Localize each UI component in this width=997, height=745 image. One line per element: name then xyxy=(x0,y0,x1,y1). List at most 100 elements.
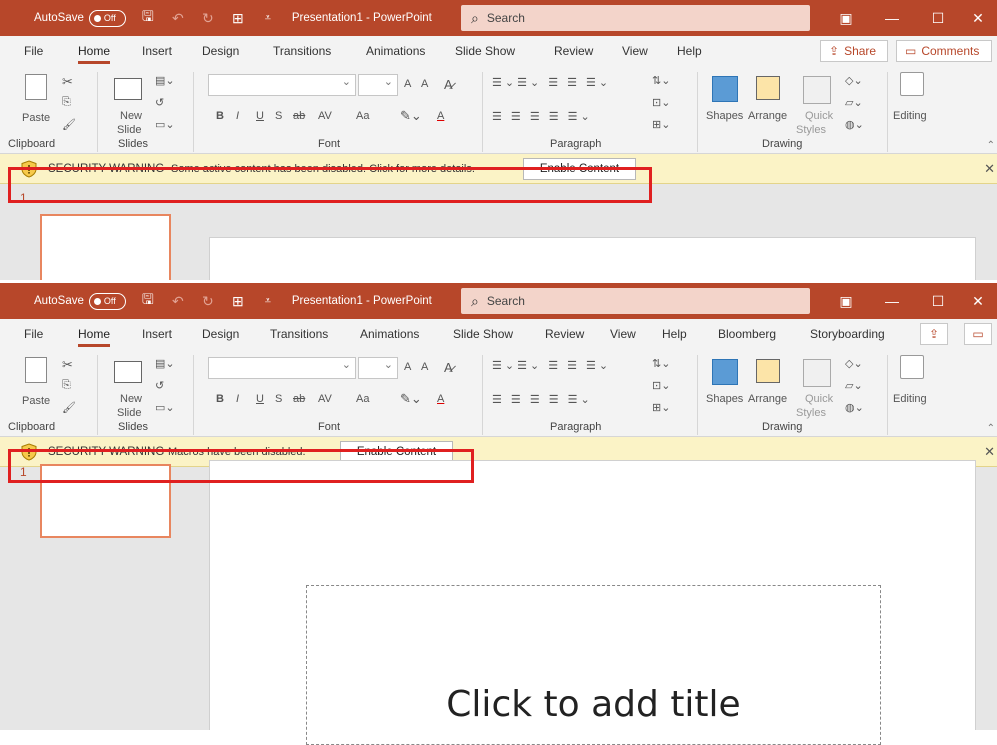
grow-font-icon[interactable]: A xyxy=(404,361,411,373)
new-slide-label-1[interactable]: New xyxy=(120,393,142,405)
find-icon[interactable] xyxy=(900,72,924,96)
reset-icon[interactable]: ↺ xyxy=(155,379,164,392)
section-icon[interactable]: ▭⌄ xyxy=(155,401,175,414)
new-slide-icon[interactable] xyxy=(114,361,142,383)
new-slide-label-2[interactable]: Slide xyxy=(117,124,141,136)
shapes-label[interactable]: Shapes xyxy=(706,393,743,405)
italic-icon[interactable]: I xyxy=(236,393,239,405)
autosave-toggle[interactable]: Off xyxy=(88,9,126,27)
tab-help[interactable]: Help xyxy=(677,44,702,58)
tab-slide-show[interactable]: Slide Show xyxy=(455,44,515,58)
undo-icon[interactable]: ↶ xyxy=(170,10,186,26)
strikethrough-icon[interactable]: ab xyxy=(293,110,305,122)
quick-styles-icon[interactable] xyxy=(803,359,831,387)
redo-icon[interactable]: ↻ xyxy=(200,293,216,309)
tab-animations[interactable]: Animations xyxy=(366,44,425,58)
shadow-icon[interactable]: S xyxy=(275,393,282,405)
tab-design[interactable]: Design xyxy=(202,44,239,58)
paste-label[interactable]: Paste xyxy=(22,395,50,407)
tab-insert[interactable]: Insert xyxy=(142,44,172,58)
change-case-icon[interactable]: Aa xyxy=(356,110,369,122)
customize-qat-icon[interactable]: ⩡ xyxy=(260,10,276,26)
minimize-button[interactable]: — xyxy=(869,283,915,319)
customize-qat-icon[interactable]: ⩡ xyxy=(260,293,276,309)
close-icon[interactable]: ✕ xyxy=(984,444,995,460)
smartart-icon[interactable]: ⊞⌄ xyxy=(652,118,670,131)
search-box[interactable]: ⌕ Search xyxy=(461,288,810,314)
editing-label[interactable]: Editing xyxy=(893,393,927,405)
align-icon[interactable]: ☰ ☰ ☰ ☰ ☰⌄ xyxy=(492,393,593,406)
tab-bloomberg[interactable]: Bloomberg xyxy=(718,327,776,341)
tab-storyboarding[interactable]: Storyboarding xyxy=(810,327,885,341)
bold-icon[interactable]: B xyxy=(216,393,224,405)
tab-home[interactable]: Home xyxy=(78,44,111,64)
bullets-icon[interactable]: ☰⌄☰⌄ ☰ ☰ ☰⌄ xyxy=(492,76,611,89)
char-spacing-icon[interactable]: AV xyxy=(318,110,332,122)
save-icon[interactable]: 🖫 xyxy=(140,291,156,309)
align-text-icon[interactable]: ⊡⌄ xyxy=(652,96,670,109)
tab-file[interactable]: File xyxy=(24,44,43,58)
format-painter-icon[interactable]: 🖌 xyxy=(62,118,76,131)
undo-icon[interactable]: ↶ xyxy=(170,293,186,309)
smartart-icon[interactable]: ⊞⌄ xyxy=(652,401,670,414)
tab-home[interactable]: Home xyxy=(78,327,111,347)
close-button[interactable]: ✕ xyxy=(955,0,997,36)
minimize-button[interactable]: — xyxy=(869,0,915,36)
copy-icon[interactable]: ⎘ xyxy=(62,379,71,392)
close-button[interactable]: ✕ xyxy=(955,283,997,319)
tab-file[interactable]: File xyxy=(24,327,43,341)
text-direction-icon[interactable]: ⇅⌄ xyxy=(652,74,670,87)
strikethrough-icon[interactable]: ab xyxy=(293,393,305,405)
italic-icon[interactable]: I xyxy=(236,110,239,122)
tab-view[interactable]: View xyxy=(610,327,636,341)
new-slide-icon[interactable] xyxy=(114,78,142,100)
copy-icon[interactable]: ⎘ xyxy=(62,96,71,109)
arrange-label[interactable]: Arrange xyxy=(748,110,787,122)
font-name-combo[interactable] xyxy=(208,357,356,379)
highlight-icon[interactable]: ✎⌄ xyxy=(400,391,422,407)
tab-design[interactable]: Design xyxy=(202,327,239,341)
cut-icon[interactable]: ✂ xyxy=(62,357,73,373)
grow-font-icon[interactable]: A xyxy=(404,78,411,90)
highlight-icon[interactable]: ✎⌄ xyxy=(400,108,422,124)
slide-thumbnail[interactable] xyxy=(40,214,171,280)
reset-icon[interactable]: ↺ xyxy=(155,96,164,109)
shape-fill-icon[interactable]: ◇⌄ xyxy=(845,357,863,370)
bold-icon[interactable]: B xyxy=(216,110,224,122)
section-icon[interactable]: ▭⌄ xyxy=(155,118,175,131)
tab-help[interactable]: Help xyxy=(662,327,687,341)
font-color-icon[interactable]: A xyxy=(437,393,444,405)
font-color-icon[interactable]: A xyxy=(437,110,444,122)
tab-animations[interactable]: Animations xyxy=(360,327,419,341)
paste-label[interactable]: Paste xyxy=(22,112,50,124)
tab-review[interactable]: Review xyxy=(554,44,593,58)
shadow-icon[interactable]: S xyxy=(275,110,282,122)
underline-icon[interactable]: U xyxy=(256,110,264,122)
title-placeholder[interactable]: Click to add title xyxy=(306,585,881,745)
tab-view[interactable]: View xyxy=(622,44,648,58)
layout-icon[interactable]: ▤⌄ xyxy=(155,357,175,370)
clear-format-icon[interactable]: A̷ xyxy=(444,360,453,375)
close-icon[interactable]: ✕ xyxy=(984,161,995,177)
shape-fill-icon[interactable]: ◇⌄ xyxy=(845,74,863,87)
share-button[interactable]: ⇪ Share xyxy=(820,40,888,62)
arrange-icon[interactable] xyxy=(756,359,780,383)
text-direction-icon[interactable]: ⇅⌄ xyxy=(652,357,670,370)
layout-icon[interactable]: ▤⌄ xyxy=(155,74,175,87)
comment-icon[interactable]: ▭ xyxy=(964,323,992,345)
quick-styles-label-1[interactable]: Quick xyxy=(805,110,833,122)
font-size-combo[interactable] xyxy=(358,74,398,96)
tab-transitions[interactable]: Transitions xyxy=(273,44,331,58)
format-painter-icon[interactable]: 🖌 xyxy=(62,401,76,414)
clear-format-icon[interactable]: A̷ xyxy=(444,77,453,92)
shapes-label[interactable]: Shapes xyxy=(706,110,743,122)
ribbon-display-icon[interactable]: ▣ xyxy=(823,0,869,36)
comments-button[interactable]: ▭ Comments xyxy=(896,40,992,62)
shrink-font-icon[interactable]: A xyxy=(421,361,428,373)
shapes-icon[interactable] xyxy=(712,359,738,385)
align-text-icon[interactable]: ⊡⌄ xyxy=(652,379,670,392)
shape-outline-icon[interactable]: ▱⌄ xyxy=(845,379,863,392)
quick-styles-label-1[interactable]: Quick xyxy=(805,393,833,405)
search-box[interactable]: ⌕ Search xyxy=(461,5,810,31)
tab-review[interactable]: Review xyxy=(545,327,584,341)
